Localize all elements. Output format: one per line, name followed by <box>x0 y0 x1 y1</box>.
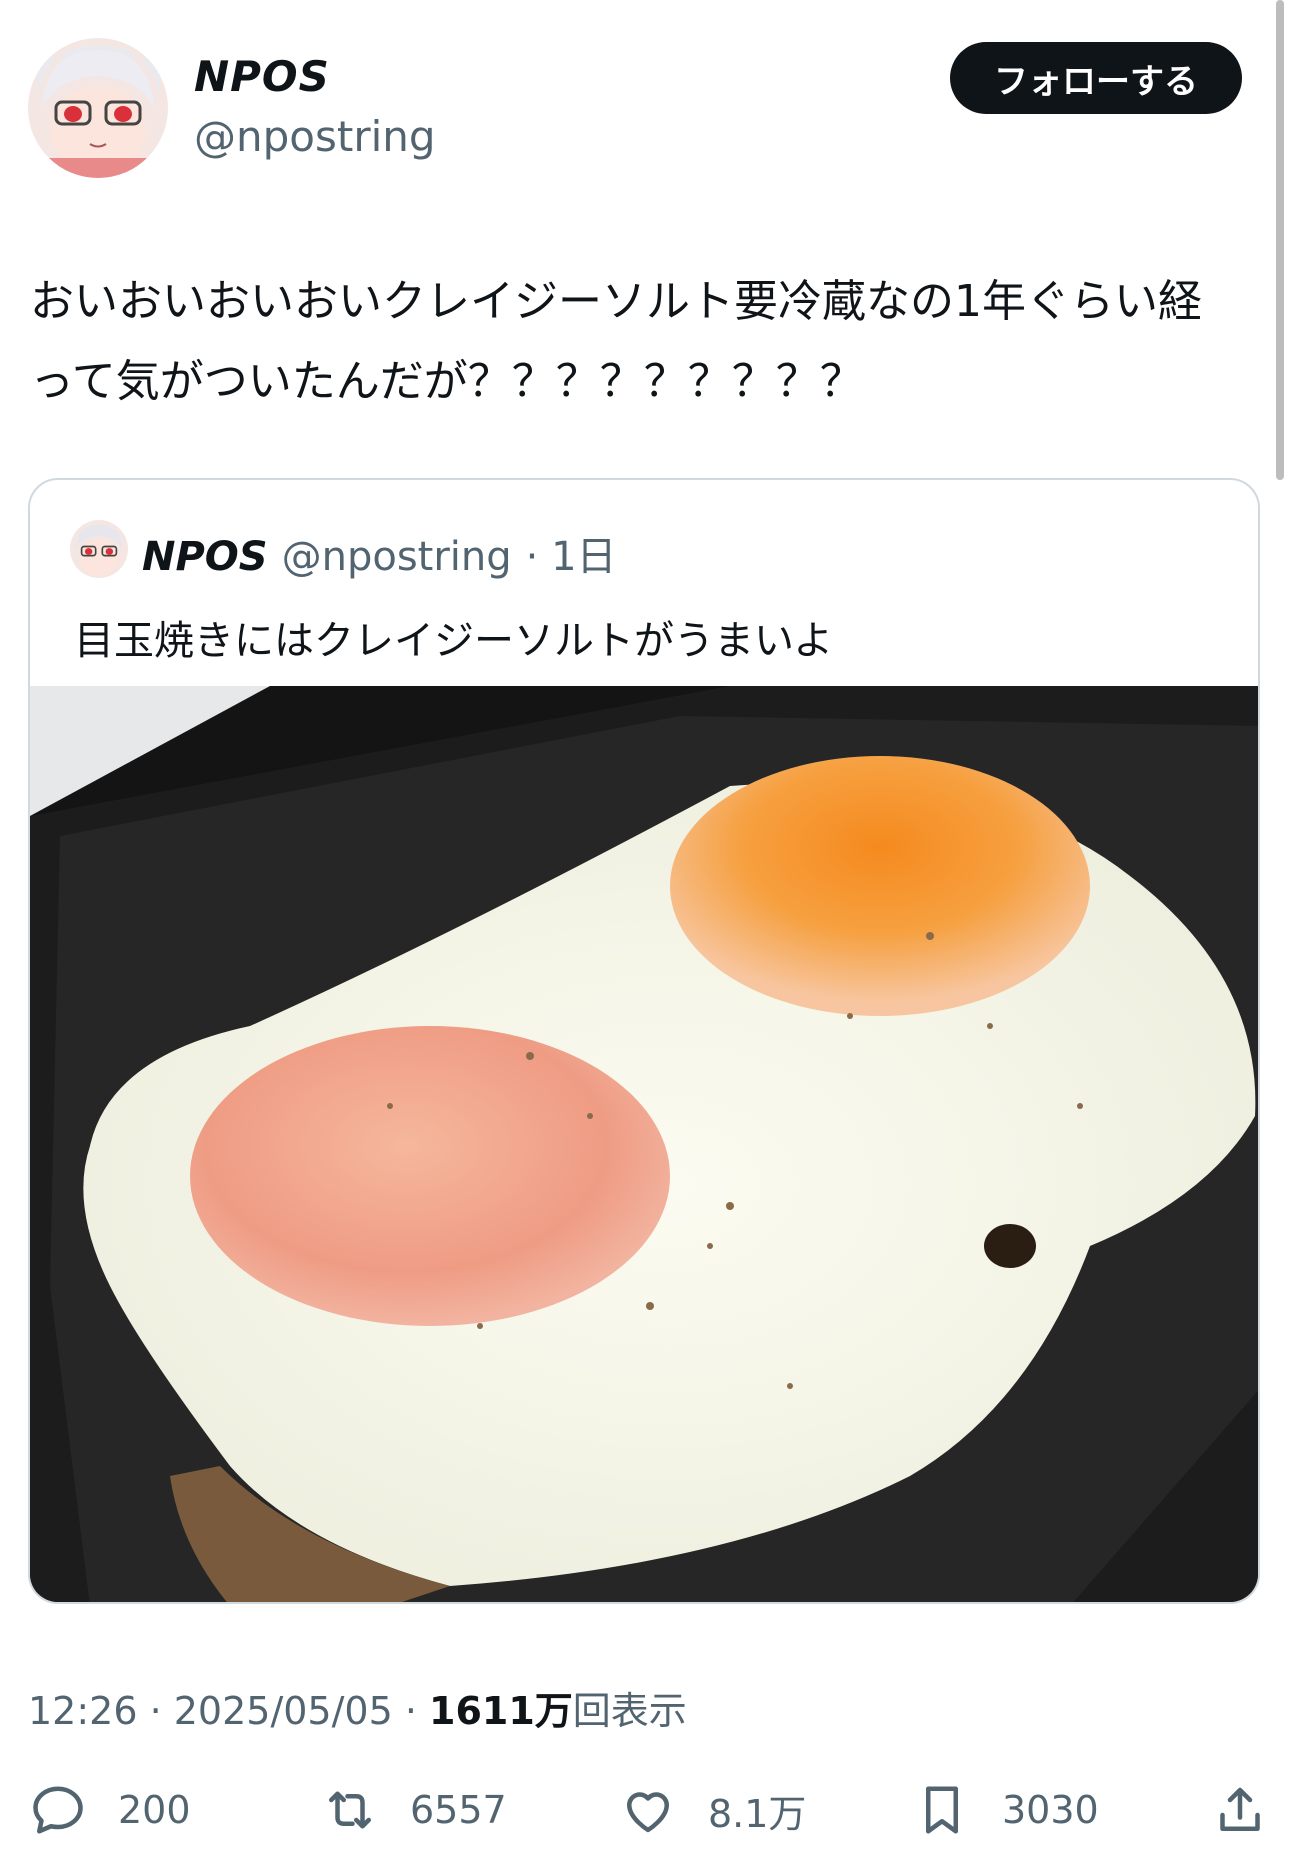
bookmark-count: 3030 <box>1002 1788 1099 1832</box>
post-timestamp[interactable]: 12:26 · 2025/05/05 · <box>28 1689 429 1733</box>
repost-icon <box>329 1791 371 1829</box>
reply-button[interactable]: 200 <box>28 1780 191 1840</box>
quoted-age: · 1日 <box>525 534 617 580</box>
author-handle[interactable]: @npostring <box>194 112 436 161</box>
quoted-post-card[interactable]: NPOS @npostring · 1日 目玉焼きにはクレイジーソルトがうまいよ <box>28 478 1260 1604</box>
like-count: 8.1万 <box>708 1791 807 1836</box>
quoted-author-avatar <box>70 520 128 578</box>
quoted-post-image[interactable] <box>30 686 1258 1602</box>
reply-icon <box>33 1786 83 1834</box>
bookmark-button[interactable]: 3030 <box>912 1780 1099 1840</box>
scrollbar[interactable] <box>1276 0 1284 480</box>
like-button[interactable]: 8.1万 <box>618 1780 806 1840</box>
follow-button[interactable]: フォローする <box>950 42 1242 114</box>
view-count-suffix: 回表示 <box>572 1689 687 1733</box>
quoted-post-text: 目玉焼きにはクレイジーソルトがうまいよ <box>74 618 834 664</box>
repost-count: 6557 <box>410 1788 507 1832</box>
post-meta: 12:26 · 2025/05/05 · 1611万回表示 <box>28 1680 687 1735</box>
quoted-post-header: NPOS @npostring · 1日 <box>142 524 617 582</box>
repost-button[interactable]: 6557 <box>320 1780 507 1840</box>
post-text: おいおいおいおいクレイジーソルト要冷蔵なの1年ぐらい経って気がついたんだが？？？… <box>30 276 1202 407</box>
view-count: 1611万 <box>429 1689 573 1733</box>
quoted-handle: @npostring <box>281 534 512 580</box>
author-avatar[interactable] <box>28 38 168 178</box>
share-button[interactable] <box>1210 1780 1270 1840</box>
author-display-name[interactable]: NPOS <box>194 52 330 101</box>
like-icon <box>627 1792 669 1833</box>
quoted-display-name: NPOS <box>142 534 268 580</box>
reply-count: 200 <box>118 1788 191 1832</box>
share-icon <box>1220 1787 1260 1831</box>
bookmark-icon <box>926 1786 958 1834</box>
